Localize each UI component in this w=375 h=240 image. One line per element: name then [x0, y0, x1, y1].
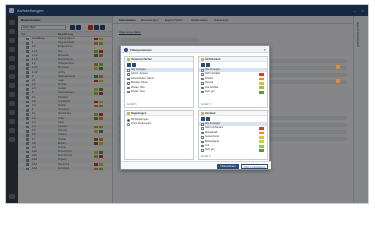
checkbox[interactable]: [201, 136, 204, 139]
warning-badge: [336, 79, 340, 83]
condition-icon: [200, 112, 204, 115]
filter-option[interactable]: Ohne Regelungen: [125, 122, 193, 126]
deselect-all-icon[interactable]: [206, 63, 210, 67]
checkbox[interactable]: [201, 86, 204, 90]
visibility-list: Alle Anzeigen Nicht sichtbar Kritisch Norma…: [199, 68, 267, 94]
dialog-header: Filterparameter ×: [121, 46, 269, 53]
checkbox[interactable]: [201, 69, 204, 72]
reset-filter-button[interactable]: Filter zurücksetzen: [241, 163, 268, 169]
filter-option-label: Muster, Susi: [131, 89, 145, 93]
checkbox[interactable]: [201, 140, 204, 144]
radio-button[interactable]: [127, 119, 130, 122]
dialog-footer: Übernehmen Filter zurücksetzen: [121, 161, 271, 169]
visibility-count: Anzahl: 5: [201, 104, 211, 106]
condition-count: Anzahl: 6: [201, 156, 211, 158]
color-swatch: [259, 77, 264, 81]
filter-option[interactable]: Sehr gut: [199, 90, 267, 94]
color-swatch: [259, 86, 264, 90]
color-swatch: [259, 131, 264, 135]
select-all-icon[interactable]: [201, 117, 205, 121]
condition-list: Alle Anzeigen Nicht vorhanden Mangelhaft Au…: [199, 122, 267, 153]
select-all-icon[interactable]: [201, 63, 205, 67]
deselect-all-icon[interactable]: [206, 117, 210, 121]
color-swatch: [259, 81, 264, 85]
checkbox[interactable]: [201, 90, 204, 94]
filter-option-label: Sehr gut: [205, 148, 215, 152]
filter-option-label: Ohne Regelungen: [131, 122, 152, 126]
color-swatch: [259, 135, 264, 139]
info-icon: [124, 47, 128, 52]
color-swatch: [259, 140, 264, 144]
dialog-close-icon[interactable]: ×: [264, 47, 266, 52]
checkbox[interactable]: [201, 131, 204, 135]
filter-option[interactable]: Sehr gut: [199, 148, 267, 152]
regulations-list: Mit Regelungen Ohne Regelungen: [125, 116, 193, 127]
color-swatch: [259, 90, 264, 94]
responsible-filter-box: Verantwortlicher Alle Anzeigen Admin, Sys…: [124, 56, 194, 108]
checkbox[interactable]: [201, 82, 204, 85]
condition-filter-box: Zustand Alle Anzeigen Nicht vorhanden Mang…: [198, 110, 268, 160]
checkbox[interactable]: [201, 127, 204, 130]
checkbox[interactable]: [201, 73, 204, 76]
checkbox[interactable]: [127, 90, 130, 94]
filter-option-label: Sehr gut: [205, 89, 215, 93]
apply-button[interactable]: Übernehmen: [217, 163, 239, 169]
dialog-title: Filterparameter: [130, 48, 152, 52]
responsible-icon: [126, 58, 130, 61]
warning-badge: [336, 65, 340, 69]
checkbox[interactable]: [127, 86, 130, 90]
checkbox[interactable]: [127, 82, 130, 85]
checkbox[interactable]: [127, 69, 130, 72]
color-swatch: [259, 127, 264, 130]
checkbox[interactable]: [201, 77, 204, 81]
regulations-box-title: Regelungen: [125, 111, 193, 116]
checkbox[interactable]: [127, 77, 130, 81]
responsible-count: Anzahl: 5: [127, 104, 137, 106]
color-swatch: [259, 144, 264, 148]
filter-option[interactable]: Muster, Susi: [125, 90, 193, 94]
regulations-icon: [126, 112, 130, 115]
application-window: Aufstellungen – × Baumstruktur Nicht fil…: [5, 4, 369, 204]
checkbox[interactable]: [201, 149, 204, 152]
select-all-icon[interactable]: [127, 63, 131, 67]
visibility-filter-box: Sichtbarkeit Alle Anzeigen Nicht sichtbar…: [198, 56, 268, 108]
color-swatch: [259, 149, 264, 152]
checkbox[interactable]: [201, 144, 204, 148]
radio-button[interactable]: [127, 123, 130, 126]
checkbox[interactable]: [201, 123, 204, 126]
regulations-filter-box: Regelungen Mit Regelungen Ohne Regelungen: [124, 110, 194, 160]
filter-dialog: Filterparameter × Verantwortlicher Alle …: [120, 45, 271, 170]
checkbox[interactable]: [127, 73, 130, 76]
visibility-icon: [200, 58, 204, 61]
responsible-list: Alle Anzeigen Admin, System Administrator,…: [125, 68, 193, 94]
color-swatch: [259, 73, 264, 76]
deselect-all-icon[interactable]: [132, 63, 136, 67]
